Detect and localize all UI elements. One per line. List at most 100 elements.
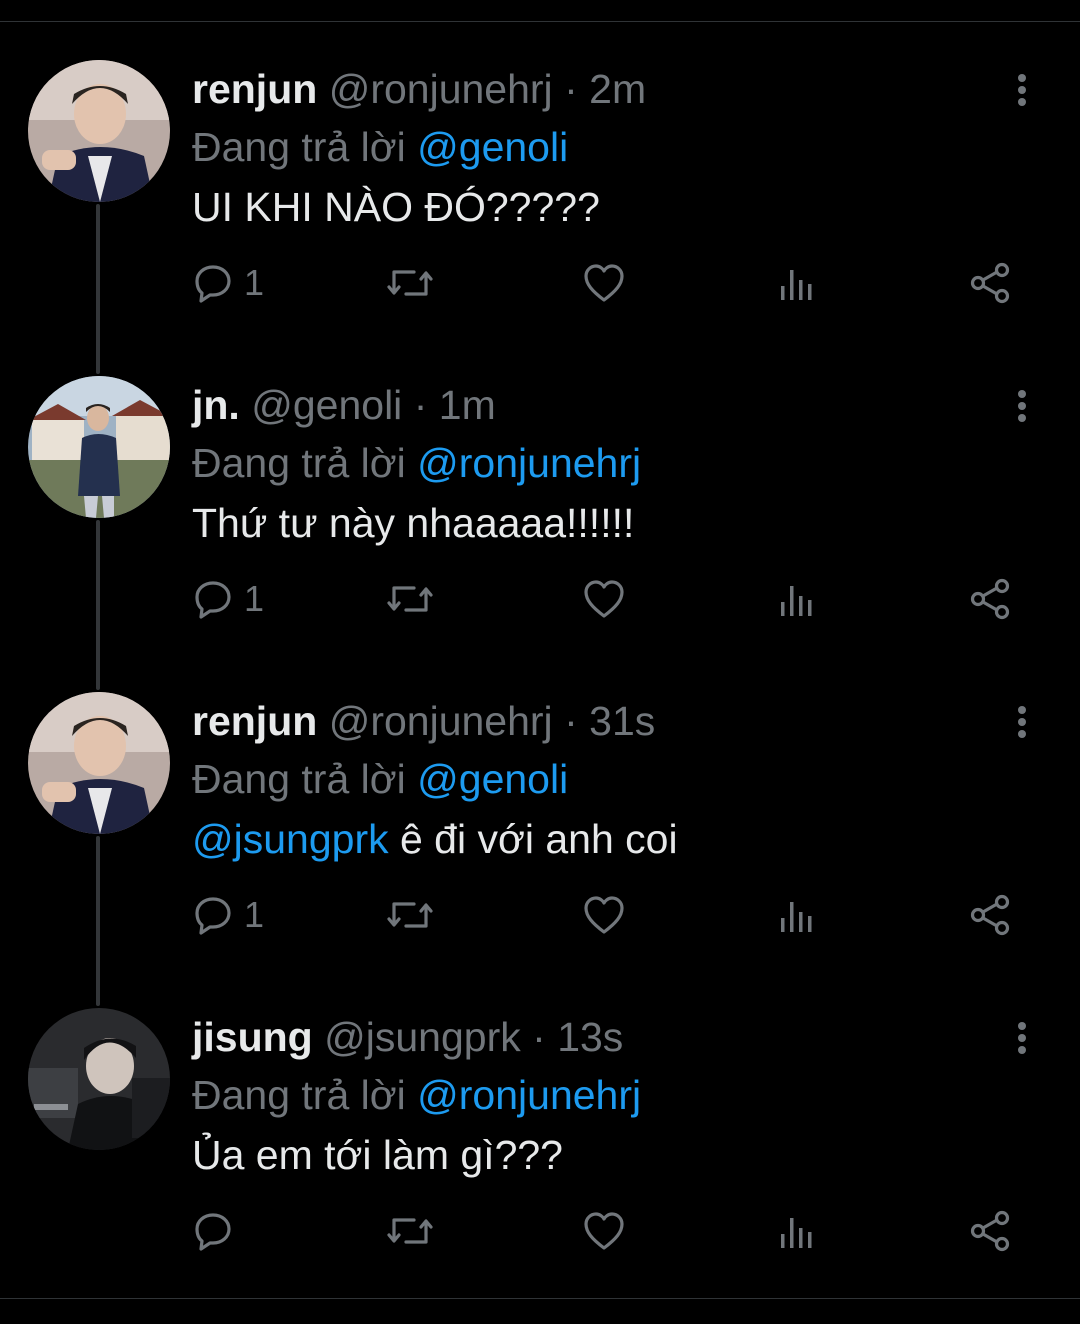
retweet-button[interactable] (386, 1208, 434, 1254)
tweet[interactable]: renjun @ronjunehrj · 2m Đang trả lời @ge… (0, 60, 1080, 376)
reply-button[interactable]: 1 (192, 260, 264, 306)
replying-to-label: Đang trả lời (192, 124, 406, 170)
replying-to-label: Đang trả lời (192, 440, 406, 486)
bottom-divider (0, 1298, 1080, 1299)
retweet-icon (387, 270, 433, 296)
tweet[interactable]: renjun @ronjunehrj · 31s Đang trả lời @g… (0, 692, 1080, 1008)
retweet-button[interactable] (386, 260, 434, 306)
replying-to-mention[interactable]: @ronjunehrj (417, 1072, 641, 1118)
avatar-photo-renjun (28, 60, 170, 202)
more-icon[interactable] (1004, 702, 1040, 742)
tweet-header: jisung @jsungprk · 13s (192, 1012, 623, 1062)
timestamp[interactable]: 13s (557, 1014, 623, 1060)
text-mention[interactable]: @jsungprk (192, 816, 389, 862)
avatar[interactable] (28, 376, 170, 518)
reply-button[interactable]: 1 (192, 892, 264, 938)
display-name[interactable]: jn. (192, 382, 240, 428)
like-icon (584, 1212, 624, 1250)
share-button[interactable] (968, 576, 1012, 622)
user-handle[interactable]: @genoli (251, 382, 402, 428)
user-handle[interactable]: @ronjunehrj (329, 698, 553, 744)
reply-count: 1 (244, 262, 265, 303)
reply-icon (195, 265, 231, 303)
timestamp[interactable]: 31s (589, 698, 655, 744)
views-button[interactable] (778, 260, 816, 306)
display-name[interactable]: renjun (192, 66, 317, 112)
like-button[interactable] (582, 576, 626, 622)
display-name[interactable]: jisung (192, 1014, 313, 1060)
replying-to-mention[interactable]: @ronjunehrj (417, 440, 641, 486)
tweet[interactable]: jn. @genoli · 1m Đang trả lời @ronjunehr… (0, 376, 1080, 692)
like-button[interactable] (582, 1208, 626, 1254)
like-button[interactable] (582, 260, 626, 306)
avatar[interactable] (28, 60, 170, 202)
action-bar: 1 (0, 892, 1080, 938)
views-icon (781, 270, 812, 300)
like-button[interactable] (582, 892, 626, 938)
tweet-header: jn. @genoli · 1m (192, 380, 496, 430)
separator-dot: · (532, 1014, 546, 1060)
tweet[interactable]: jisung @jsungprk · 13s Đang trả lời @ron… (0, 1008, 1080, 1324)
replying-to: Đang trả lời @genoli (192, 754, 568, 804)
reply-button[interactable] (192, 1208, 244, 1254)
share-button[interactable] (968, 892, 1012, 938)
tweet-body: ê đi với anh coi (388, 816, 678, 862)
share-icon (970, 894, 1010, 936)
more-icon[interactable] (1004, 1018, 1040, 1058)
views-button[interactable] (778, 576, 816, 622)
tweet-body: Thứ tư này nhaaaaa!!!!!! (192, 500, 635, 546)
share-button[interactable] (968, 260, 1012, 306)
retweet-icon (387, 586, 433, 612)
replying-to-label: Đang trả lời (192, 1072, 406, 1118)
tweet-body: Ủa em tới làm gì??? (192, 1132, 563, 1178)
separator-dot: · (413, 382, 428, 428)
retweet-button[interactable] (386, 576, 434, 622)
reply-button[interactable]: 1 (192, 576, 264, 622)
timestamp[interactable]: 2m (589, 66, 646, 112)
avatar-photo-jisung (28, 1008, 170, 1150)
action-bar: 1 (0, 576, 1080, 622)
tweet-text: @jsungprk ê đi với anh coi (192, 812, 678, 866)
retweet-button[interactable] (386, 892, 434, 938)
action-bar (0, 1208, 1080, 1254)
share-icon (970, 1210, 1010, 1252)
more-icon[interactable] (1004, 386, 1040, 426)
tweet-text: Ủa em tới làm gì??? (192, 1128, 563, 1182)
reply-icon (195, 1213, 231, 1251)
share-button[interactable] (968, 1208, 1012, 1254)
display-name[interactable]: renjun (192, 698, 317, 744)
replying-to-mention[interactable]: @genoli (417, 756, 568, 802)
replying-to: Đang trả lời @genoli (192, 122, 568, 172)
tweet-text: UI KHI NÀO ĐÓ????? (192, 180, 600, 234)
views-button[interactable] (778, 1208, 816, 1254)
tweet-body: UI KHI NÀO ĐÓ????? (192, 184, 600, 230)
replying-to-mention[interactable]: @genoli (417, 124, 568, 170)
replying-to-label: Đang trả lời (192, 756, 406, 802)
separator-dot: · (564, 698, 578, 744)
user-handle[interactable]: @jsungprk (324, 1014, 521, 1060)
views-icon (781, 1218, 812, 1248)
replying-to: Đang trả lời @ronjunehrj (192, 1070, 641, 1120)
avatar-photo-jn (28, 376, 170, 518)
views-button[interactable] (778, 892, 816, 938)
reply-icon (195, 897, 231, 935)
avatar[interactable] (28, 692, 170, 834)
views-icon (781, 902, 812, 932)
top-divider (0, 0, 1080, 22)
tweet-text: Thứ tư này nhaaaaa!!!!!! (192, 496, 634, 550)
more-icon[interactable] (1004, 70, 1040, 110)
share-icon (970, 262, 1010, 304)
tweet-header: renjun @ronjunehrj · 2m (192, 64, 646, 114)
retweet-icon (387, 902, 433, 928)
action-bar: 1 (0, 260, 1080, 306)
reply-count: 1 (244, 578, 265, 619)
like-icon (584, 264, 624, 302)
replying-to: Đang trả lời @ronjunehrj (192, 438, 641, 488)
timestamp[interactable]: 1m (439, 382, 496, 428)
avatar-photo-renjun (28, 692, 170, 834)
reply-count: 1 (244, 894, 265, 935)
avatar[interactable] (28, 1008, 170, 1150)
share-icon (970, 578, 1010, 620)
user-handle[interactable]: @ronjunehrj (329, 66, 553, 112)
reply-icon (195, 581, 231, 619)
